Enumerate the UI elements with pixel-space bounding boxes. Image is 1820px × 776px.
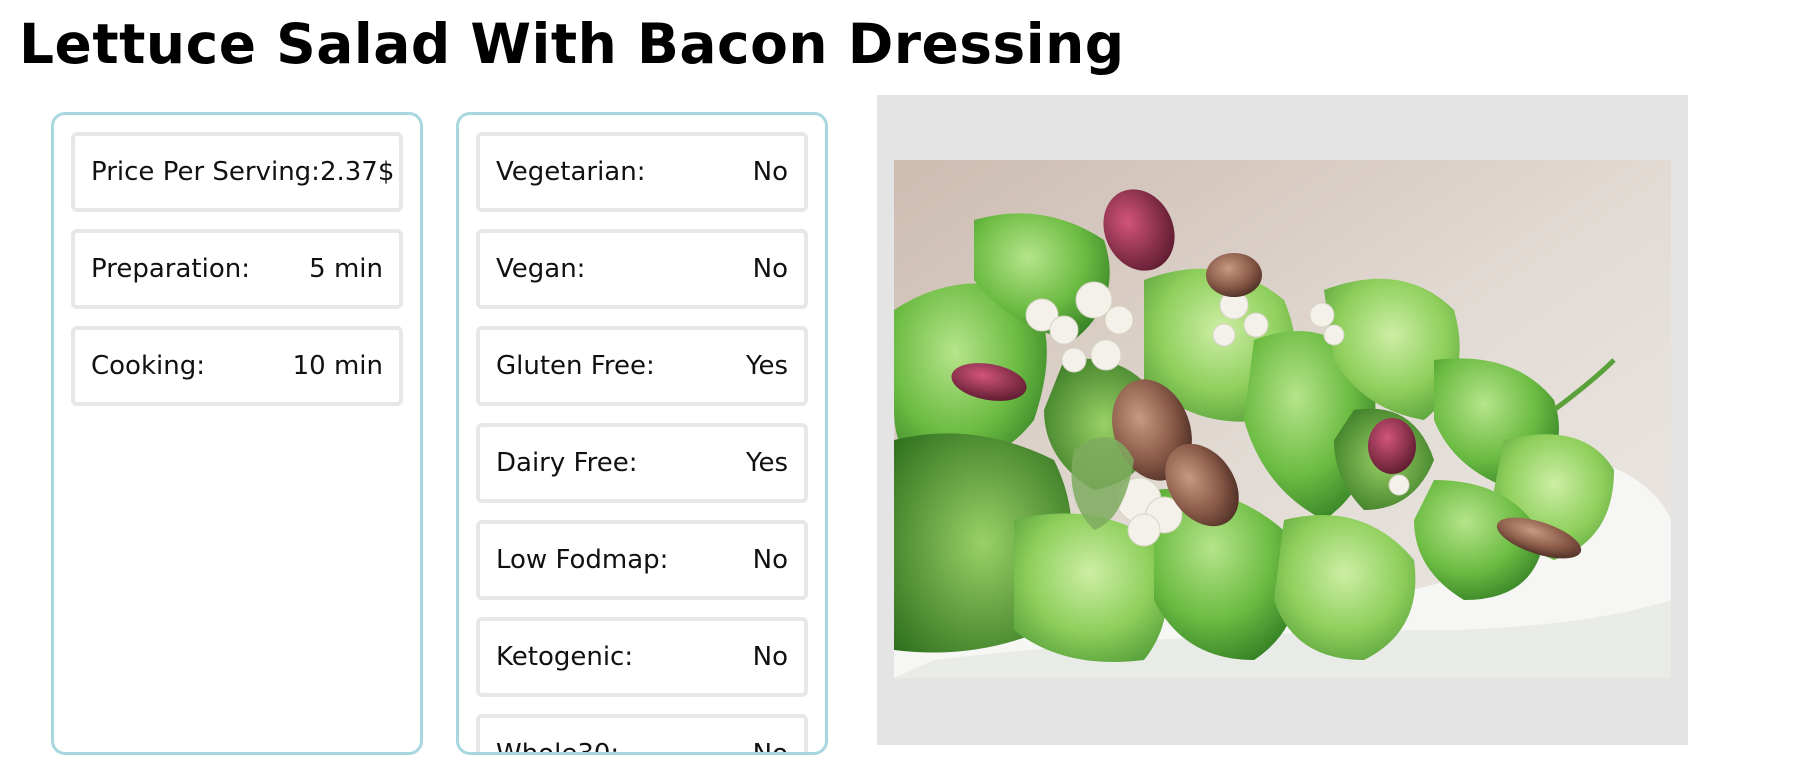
price-per-serving-row: Price Per Serving: 2.37$ [71, 132, 403, 212]
dairy-free-label: Dairy Free: [496, 448, 638, 478]
price-per-serving-label: Price Per Serving: [91, 157, 320, 187]
ketogenic-label: Ketogenic: [496, 642, 634, 672]
vegetarian-row: Vegetarian: No [476, 132, 808, 212]
whole30-label: Whole30: [496, 739, 620, 755]
diet-info-list: Vegetarian: No Vegan: No Gluten Free: Ye… [459, 115, 825, 755]
ketogenic-row: Ketogenic: No [476, 617, 808, 697]
vegan-label: Vegan: [496, 254, 586, 284]
cooking-label: Cooking: [91, 351, 205, 381]
low-fodmap-value: No [752, 545, 788, 575]
vegetarian-value: No [752, 157, 788, 187]
preparation-label: Preparation: [91, 254, 250, 284]
dairy-free-value: Yes [746, 448, 788, 478]
cooking-row: Cooking: 10 min [71, 326, 403, 406]
recipe-image [894, 160, 1671, 678]
vegetarian-label: Vegetarian: [496, 157, 646, 187]
page-title: Lettuce Salad With Bacon Dressing [19, 12, 1125, 76]
gluten-free-row: Gluten Free: Yes [476, 326, 808, 406]
cost-time-card: Price Per Serving: 2.37$ Preparation: 5 … [51, 112, 423, 755]
cooking-value: 10 min [292, 351, 383, 381]
gluten-free-label: Gluten Free: [496, 351, 655, 381]
low-fodmap-row: Low Fodmap: No [476, 520, 808, 600]
vegan-row: Vegan: No [476, 229, 808, 309]
vegan-value: No [752, 254, 788, 284]
ketogenic-value: No [752, 642, 788, 672]
dairy-free-row: Dairy Free: Yes [476, 423, 808, 503]
preparation-row: Preparation: 5 min [71, 229, 403, 309]
cost-time-list: Price Per Serving: 2.37$ Preparation: 5 … [54, 115, 420, 406]
whole30-row: Whole30: No [476, 714, 808, 755]
recipe-image-frame [877, 95, 1688, 745]
price-per-serving-value: 2.37$ [319, 157, 395, 187]
diet-info-card[interactable]: Vegetarian: No Vegan: No Gluten Free: Ye… [456, 112, 828, 755]
low-fodmap-label: Low Fodmap: [496, 545, 669, 575]
preparation-value: 5 min [309, 254, 383, 284]
gluten-free-value: Yes [746, 351, 788, 381]
whole30-value: No [752, 739, 788, 755]
